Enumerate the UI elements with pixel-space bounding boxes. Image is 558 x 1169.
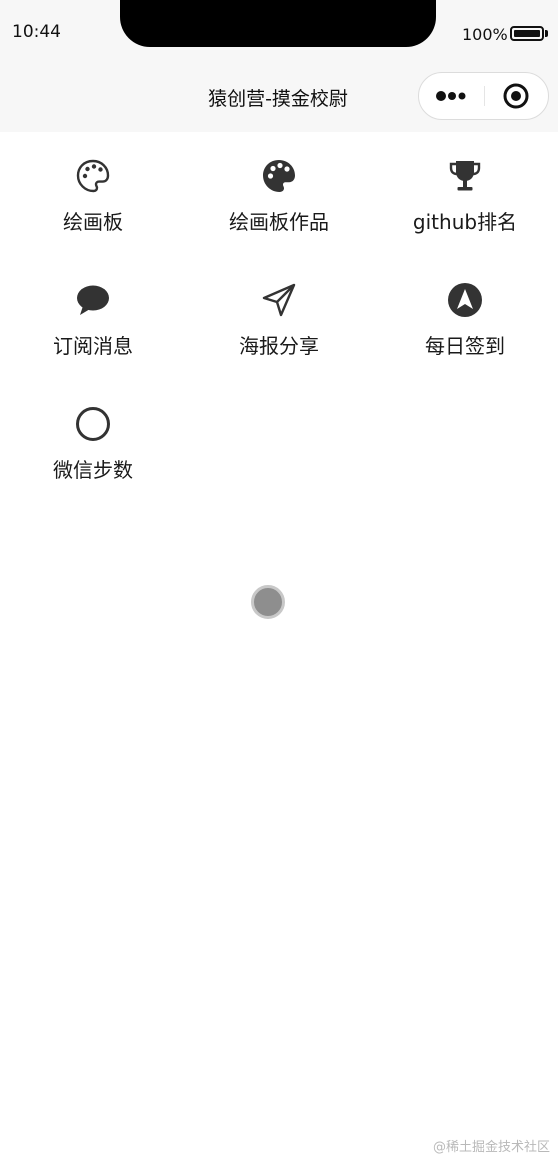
- menu-item-label: 海报分享: [239, 334, 319, 358]
- menu-item-drawing-works[interactable]: 绘画板作品: [186, 132, 372, 256]
- navigation-arrow-icon: [448, 283, 482, 317]
- circle-outline-icon: [76, 407, 110, 441]
- palette-icon: [263, 160, 295, 192]
- menu-item-label: 绘画板作品: [229, 210, 329, 234]
- menu-item-label: 微信步数: [53, 458, 133, 482]
- more-button[interactable]: [419, 73, 484, 119]
- battery-percent: 100%: [462, 25, 508, 44]
- watermark: @稀土掘金技术社区: [433, 1140, 551, 1155]
- nav-bar: 猿创营-摸金校尉: [0, 66, 558, 132]
- more-dots-icon: [436, 91, 466, 101]
- device-notch: [120, 0, 436, 47]
- menu-item-label: 每日签到: [425, 334, 505, 358]
- menu-item-github-ranking[interactable]: github排名: [372, 132, 558, 256]
- battery-icon: [510, 26, 544, 41]
- mini-program-capsule: [418, 72, 549, 120]
- battery-tip: [545, 30, 548, 37]
- trophy-icon: [449, 161, 481, 191]
- status-bar: 10:44 100%: [0, 0, 558, 66]
- menu-item-drawing-board[interactable]: 绘画板: [0, 132, 186, 256]
- menu-item-subscribe-message[interactable]: 订阅消息: [0, 256, 186, 380]
- menu-item-label: 绘画板: [63, 210, 123, 234]
- menu-item-label: github排名: [412, 210, 518, 234]
- loading-indicator: [251, 585, 285, 619]
- close-button[interactable]: [485, 73, 549, 119]
- target-icon: [503, 83, 529, 109]
- palette-outline-icon: [76, 159, 110, 193]
- paper-plane-icon: [262, 283, 296, 317]
- menu-item-wechat-steps[interactable]: 微信步数: [0, 380, 186, 504]
- menu-item-label: 订阅消息: [53, 334, 133, 358]
- status-time: 10:44: [12, 22, 61, 42]
- menu-item-poster-share[interactable]: 海报分享: [186, 256, 372, 380]
- chat-bubble-icon: [77, 285, 109, 315]
- battery-level: [514, 30, 540, 37]
- menu-item-daily-checkin[interactable]: 每日签到: [372, 256, 558, 380]
